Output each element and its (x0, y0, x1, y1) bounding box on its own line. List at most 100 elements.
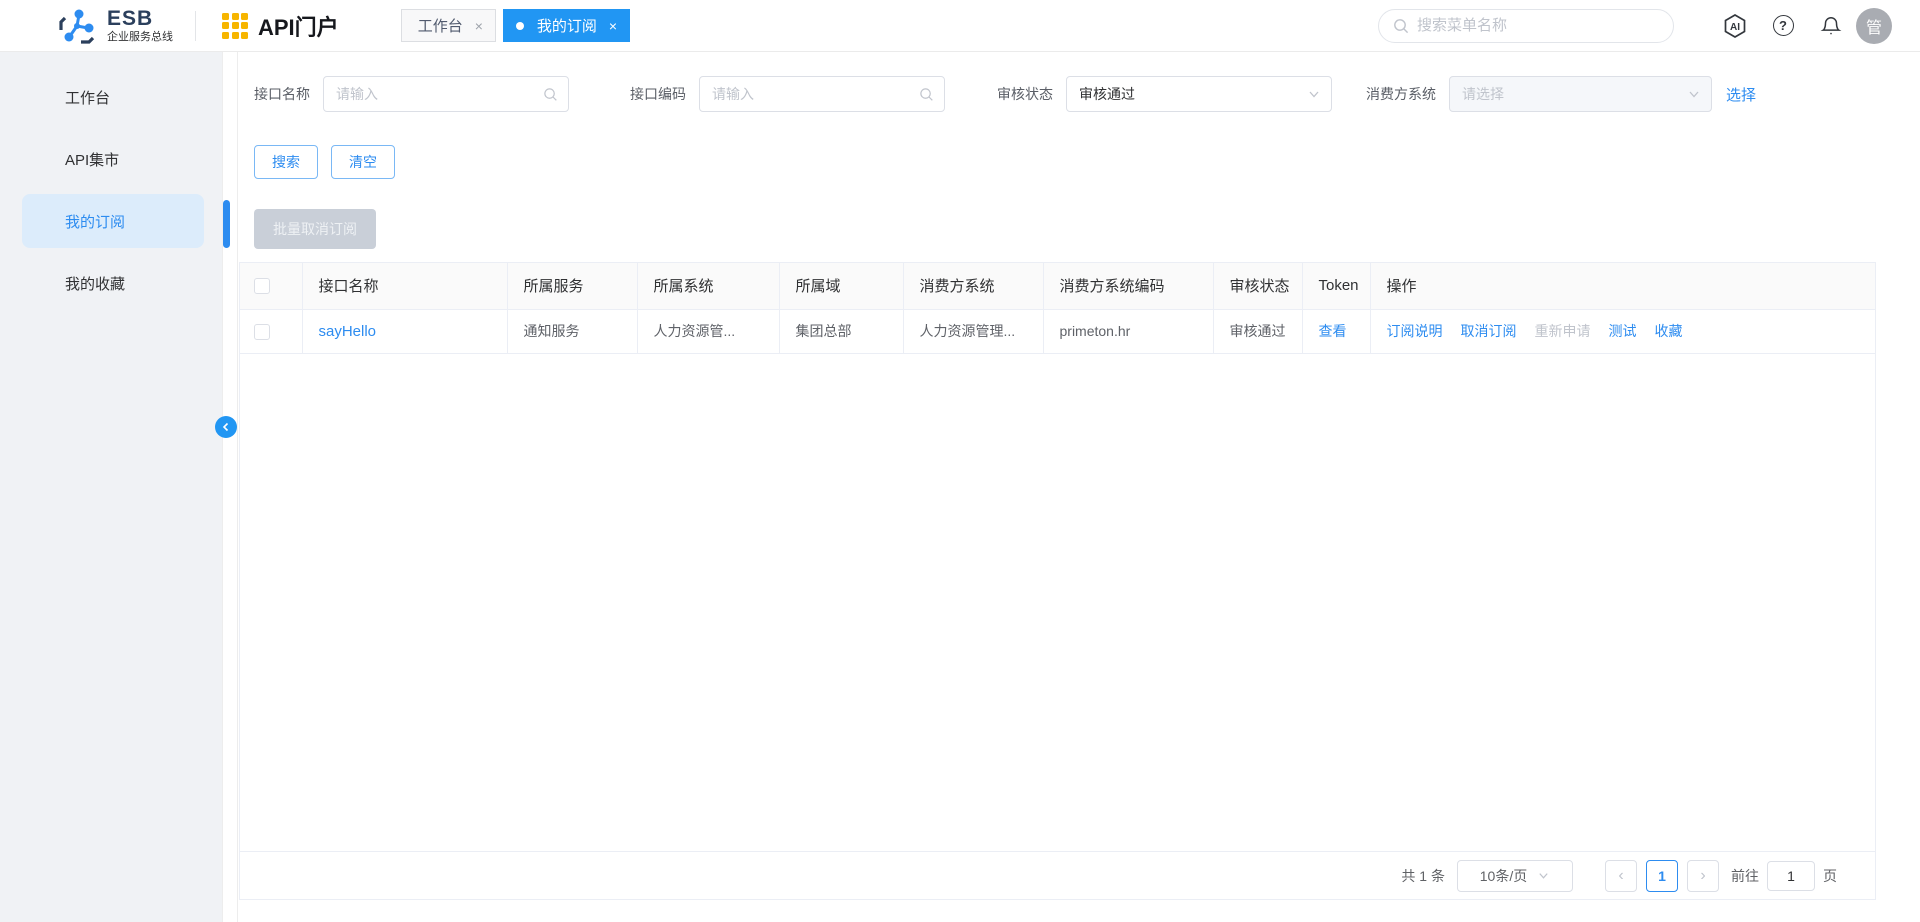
esb-logo-icon (59, 9, 95, 44)
sidebar-item-api-market[interactable]: API集市 (22, 132, 204, 186)
sidebar-collapse-button[interactable] (215, 416, 237, 438)
filter-bar: 接口名称 接口编码 审核状态 (238, 76, 1920, 112)
action-favorite-link[interactable]: 收藏 (1655, 321, 1683, 341)
column-header-token: Token (1302, 263, 1371, 310)
table-row: sayHello 通知服务 人力资源管... 集团总部 人力资源管理... pr… (240, 309, 1875, 354)
action-test-link[interactable]: 测试 (1609, 321, 1637, 341)
column-header-api-name: 接口名称 (302, 263, 508, 310)
filter-label-audit-status: 审核状态 (997, 86, 1053, 102)
bulk-unsubscribe-button: 批量取消订阅 (254, 209, 376, 249)
chevron-down-icon (1539, 873, 1548, 879)
sidebar-item-my-subscriptions[interactable]: 我的订阅 (22, 194, 204, 248)
sidebar-item-label: 工作台 (65, 89, 111, 107)
portal-grid-icon (222, 12, 248, 39)
screen: ESB 企业服务总线 API门户 工作台 × 我的订阅 × 搜索菜单名称 AI … (0, 0, 1920, 922)
goto-label: 前往 (1731, 867, 1759, 884)
menu-search-input[interactable] (1417, 17, 1637, 34)
row-actions: 订阅说明 取消订阅 重新申请 测试 收藏 (1387, 321, 1866, 341)
consumer-system-placeholder: 请选择 (1462, 86, 1504, 102)
action-reapply-link: 重新申请 (1534, 323, 1591, 339)
prev-page-button[interactable]: ‹ (1605, 859, 1637, 892)
chevron-down-icon (1309, 91, 1319, 98)
action-unsubscribe-link[interactable]: 取消订阅 (1461, 321, 1517, 341)
tab-workbench-close-icon[interactable]: × (475, 18, 483, 34)
sidebar: 工作台 API集市 我的订阅 我的收藏 (0, 52, 222, 922)
main-content: 接口名称 接口编码 审核状态 (238, 52, 1920, 922)
tab-workbench-label: 工作台 (417, 18, 463, 35)
logo-divider (195, 10, 196, 41)
api-code-input-field[interactable] (712, 86, 919, 102)
sidebar-rail (215, 52, 238, 922)
cell-consumer-code: primeton.hr (1043, 309, 1214, 354)
goto-page-input[interactable] (1767, 860, 1815, 891)
esb-logo: ESB 企业服务总线 (57, 6, 173, 46)
chevron-left-icon (222, 422, 229, 432)
esb-subtitle: 企业服务总线 (107, 30, 173, 43)
table-header-row: 接口名称 所属服务 所属系统 所属域 消费方系统 消费方系统编码 审核状态 To… (240, 263, 1875, 310)
subscriptions-table: 接口名称 所属服务 所属系统 所属域 消费方系统 消费方系统编码 审核状态 To… (240, 263, 1875, 354)
pagination-total: 共 1 条 (1401, 867, 1445, 884)
app-body: 工作台 API集市 我的订阅 我的收藏 接口名称 请输入 接口编码 请输入 审核… (0, 52, 1920, 922)
next-page-button[interactable]: › (1687, 859, 1719, 892)
search-icon (1394, 18, 1409, 33)
column-header-domain: 所属域 (779, 263, 904, 310)
active-tab-dot-icon (515, 21, 524, 30)
audit-status-value: 审核通过 (1079, 86, 1135, 102)
page-size-select[interactable]: 10条/页 (1457, 859, 1573, 892)
table-empty-space (240, 354, 1875, 852)
sidebar-item-label: 我的订阅 (65, 213, 126, 231)
sidebar-item-label: 我的收藏 (65, 275, 126, 293)
user-avatar[interactable]: 管 (1856, 7, 1892, 44)
esb-title: ESB (107, 6, 154, 30)
pagination-bar: 共 1 条 10条/页 ‹ 1 › 前往 页 (240, 851, 1875, 899)
cell-domain: 集团总部 (779, 309, 904, 354)
tab-workbench[interactable]: 工作台 × (400, 9, 496, 42)
cell-consumer: 人力资源管理... (903, 309, 1044, 354)
filter-label-consumer-system: 消费方系统 (1366, 86, 1436, 102)
portal-title: API门户 (258, 14, 339, 40)
action-subscription-info-link[interactable]: 订阅说明 (1387, 321, 1443, 341)
column-header-service: 所属服务 (507, 263, 638, 310)
bulk-actions: 批量取消订阅 (238, 209, 1920, 249)
column-header-actions: 操作 (1370, 263, 1875, 310)
filter-actions: 搜索 清空 (238, 145, 1920, 179)
open-tabs: 工作台 × 我的订阅 × (400, 9, 631, 42)
filter-label-api-code: 接口编码 (630, 86, 686, 102)
ai-assistant-icon[interactable]: AI (1722, 13, 1748, 39)
tab-my-subscriptions[interactable]: 我的订阅 × (502, 9, 631, 42)
audit-status-select[interactable]: 审核通过 (1066, 76, 1332, 112)
api-name-link[interactable]: sayHello (319, 323, 377, 340)
column-header-status: 审核状态 (1213, 263, 1303, 310)
clear-button[interactable]: 清空 (331, 145, 395, 179)
api-name-input-field[interactable] (336, 86, 543, 102)
consumer-system-select: 请选择 (1449, 76, 1712, 112)
select-all-checkbox[interactable] (254, 278, 270, 295)
page-number-1[interactable]: 1 (1646, 859, 1678, 892)
filter-label-api-name: 接口名称 (254, 86, 310, 102)
subscriptions-table-container: 接口名称 所属服务 所属系统 所属域 消费方系统 消费方系统编码 审核状态 To… (239, 262, 1876, 900)
sidebar-scrollbar-thumb[interactable] (223, 200, 230, 248)
column-header-system: 所属系统 (637, 263, 780, 310)
row-checkbox[interactable] (254, 323, 270, 340)
column-header-consumer-code: 消费方系统编码 (1043, 263, 1214, 310)
token-view-link[interactable]: 查看 (1319, 323, 1347, 339)
api-code-input[interactable] (699, 76, 945, 112)
menu-search[interactable] (1378, 8, 1674, 43)
help-icon[interactable]: ? (1770, 13, 1796, 39)
svg-text:AI: AI (1730, 22, 1740, 33)
topbar: ESB 企业服务总线 API门户 工作台 × 我的订阅 × 搜索菜单名称 AI … (0, 0, 1920, 52)
cell-system: 人力资源管... (637, 309, 780, 354)
chevron-down-icon (1689, 91, 1699, 98)
tab-my-subscriptions-close-icon[interactable]: × (609, 18, 617, 34)
consumer-system-choose-link[interactable]: 选择 (1726, 84, 1756, 105)
search-button[interactable]: 搜索 (254, 145, 318, 179)
avatar-text: 管 (1865, 19, 1882, 37)
notifications-bell-icon[interactable] (1818, 13, 1844, 39)
cell-status: 审核通过 (1213, 309, 1303, 354)
topbar-icons: AI ? (1722, 13, 1844, 39)
tab-my-subscriptions-label: 我的订阅 (536, 18, 597, 35)
sidebar-item-workbench[interactable]: 工作台 (22, 70, 204, 124)
sidebar-item-label: API集市 (65, 151, 120, 169)
sidebar-item-my-favorites[interactable]: 我的收藏 (22, 256, 204, 310)
api-name-input[interactable] (323, 76, 569, 112)
